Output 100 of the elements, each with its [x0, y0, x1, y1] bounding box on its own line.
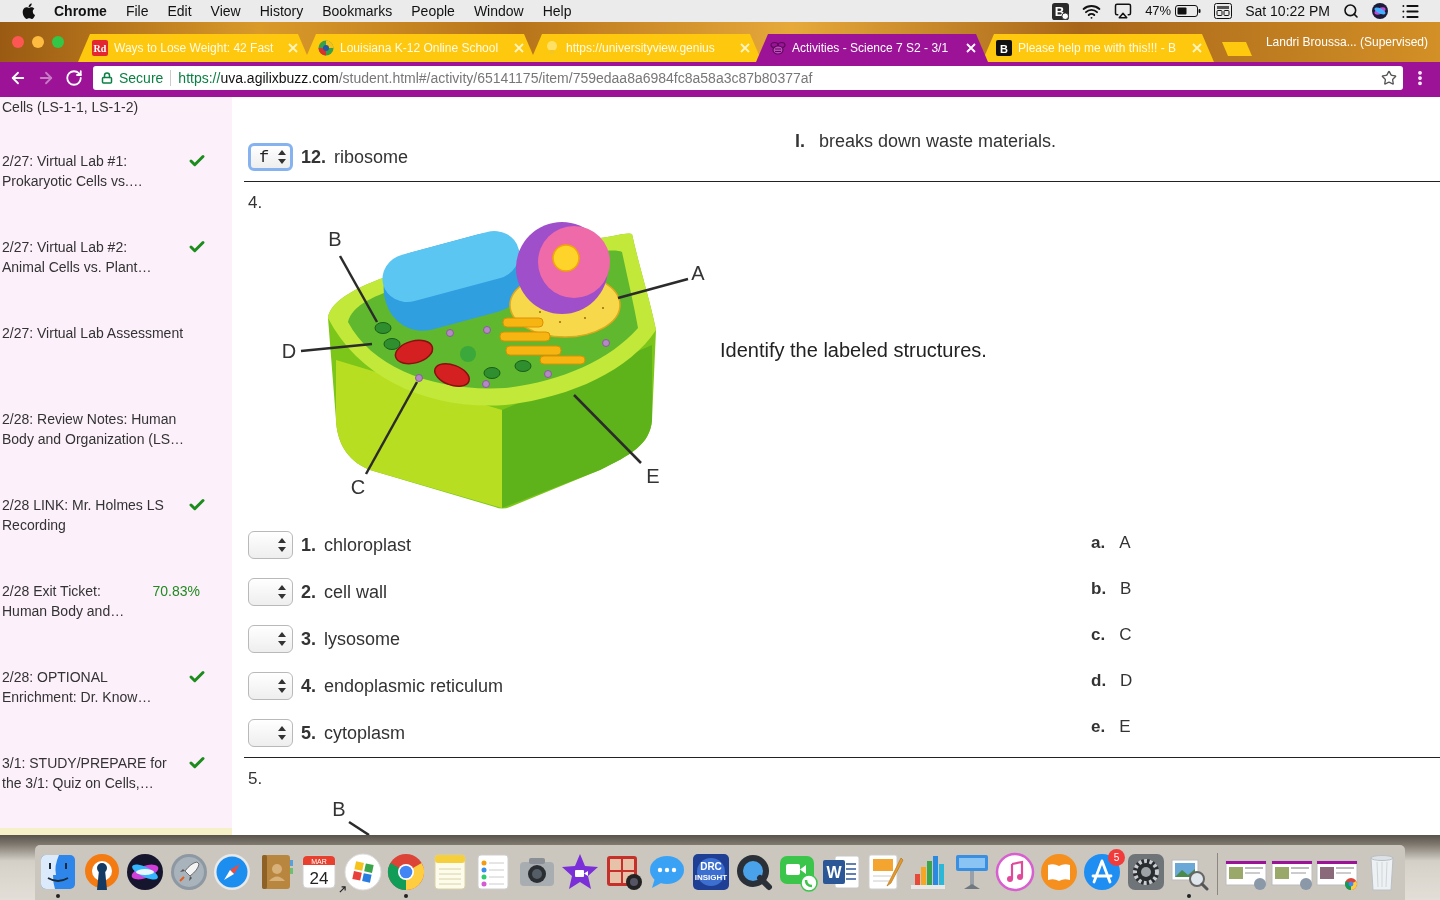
up-down-arrows-icon	[278, 679, 286, 693]
url-text[interactable]: https://uva.agilixbuzz.com/student.html#/activity/65141175/item/759edaa8a6984fc8a58a3c87b80377af	[178, 67, 813, 89]
letter-a-icon[interactable]	[1082, 852, 1122, 892]
answer-select[interactable]	[248, 625, 293, 653]
vesicle-dot	[544, 370, 552, 378]
letter-text: W	[826, 864, 842, 881]
app-menu[interactable]: Chrome	[54, 0, 107, 22]
diagram-label: E	[646, 465, 660, 487]
vesicle-dot	[482, 380, 490, 388]
menu-item[interactable]: History	[259, 0, 304, 22]
sidebar-item[interactable]: 2/28: OPTIONAL Enrichment: Dr. Know…	[0, 667, 206, 707]
menu-item[interactable]: File	[125, 0, 149, 22]
answer-select[interactable]	[248, 578, 293, 606]
question-number: 4.	[248, 194, 263, 212]
chloroplast	[374, 322, 392, 334]
favicon-text: B	[1000, 42, 1008, 55]
nucleolus	[552, 244, 580, 272]
menu-item[interactable]: Window	[473, 0, 524, 22]
keyboard-icon[interactable]	[1214, 3, 1233, 19]
option-text: A	[1119, 532, 1131, 555]
chloroplast	[483, 367, 501, 379]
menu-item[interactable]: People	[411, 0, 455, 22]
item-term: cell wall	[324, 580, 388, 604]
answer-select[interactable]: f	[248, 143, 293, 171]
diagram-label: D	[281, 340, 297, 362]
tricolor-circle-icon[interactable]	[386, 852, 426, 892]
menu-item[interactable]: Help	[542, 0, 572, 22]
question-prompt: Identify the labeled structures.	[720, 339, 987, 361]
diagram-label: C	[350, 476, 366, 498]
leader-line	[573, 394, 642, 464]
diagram-label: B	[328, 228, 342, 250]
answer-select[interactable]	[248, 719, 293, 747]
star-icon[interactable]	[560, 852, 600, 892]
option-letter: a.	[1091, 532, 1106, 555]
option-text: D	[1120, 670, 1133, 693]
sidebar-item[interactable]: 2/27: Virtual Lab #1: Prokaryotic Cells vs.…	[0, 151, 206, 191]
mitochondrion	[394, 339, 434, 365]
question-number: 5.	[248, 770, 263, 788]
battery-icon[interactable]	[1175, 5, 1202, 17]
leader-line	[338, 255, 379, 323]
sidebar-item[interactable]: 2/28: Review Notes: Human Body and Organization (LS…	[0, 409, 206, 449]
music-note-icon[interactable]	[995, 852, 1035, 892]
reload-icon[interactable]	[65, 69, 83, 87]
answer-select[interactable]	[248, 672, 293, 700]
apple-icon[interactable]	[22, 3, 35, 19]
menu-item[interactable]: View	[210, 0, 241, 22]
sidebar-item[interactable]: 2/27: Virtual Lab #2: Animal Cells vs. Plant…	[0, 237, 206, 277]
app-tile-icon[interactable]: DRC INSIGHT	[690, 852, 731, 892]
leader-line	[617, 277, 689, 300]
calendar-day-text: 24	[309, 869, 329, 888]
minimize-window-button[interactable]	[32, 36, 44, 48]
vesicle-dot	[483, 326, 491, 334]
light-bulb-icon	[544, 40, 560, 56]
vesicle	[460, 346, 476, 362]
address-bar[interactable]: Secure https://uva.agilixbuzz.com/student.html#/activity/65141175/item/759edaa8a6984fc8a58a3c87b80377af	[93, 66, 1403, 90]
airplay-icon[interactable]	[1114, 2, 1133, 20]
option-text: C	[1119, 624, 1132, 647]
option-letter: c.	[1091, 624, 1106, 647]
browser-tab[interactable]: Activities - Science 7 S2 - 3/1	[756, 34, 988, 62]
option-letter: d.	[1091, 670, 1107, 693]
ball-icon	[318, 40, 334, 56]
vesicle-dot	[446, 329, 454, 337]
smiley-face-icon[interactable]	[38, 852, 78, 892]
answer-select[interactable]	[248, 531, 293, 559]
compass-icon[interactable]	[212, 852, 252, 892]
orb-icon[interactable]	[125, 852, 165, 892]
app-logo-icon[interactable]: B	[1052, 2, 1070, 20]
letter-text: B	[1054, 3, 1065, 19]
menu-item[interactable]: Edit	[167, 0, 192, 22]
lock-icon	[101, 72, 113, 84]
section-heading: Cells (LS-1-1, LS-1-2)	[2, 99, 139, 115]
diagram-label: B	[332, 798, 346, 820]
bookmark-star-icon[interactable]	[1381, 70, 1397, 86]
clock-text[interactable]: Sat 10:22 PM	[1245, 0, 1330, 22]
sidebar-item[interactable]: 2/28 LINK: Mr. Holmes LS Recording	[0, 495, 206, 535]
sidebar-item[interactable]: 2/27: Virtual Lab Assessment	[0, 323, 206, 343]
security-label: Secure	[119, 68, 164, 88]
item-number: 4.	[301, 674, 316, 698]
shortcut-arrow-icon	[338, 886, 346, 893]
vesicle-dot	[415, 374, 423, 382]
mitochondrion	[434, 363, 470, 387]
sidebar-item[interactable]: 3/1: STUDY/PREPARE for the 3/1: Quiz on Cells,…	[0, 753, 206, 793]
gear-icon[interactable]	[1125, 852, 1166, 892]
item-term: chloroplast	[324, 533, 412, 557]
menu-item[interactable]: Bookmarks	[322, 0, 393, 22]
tiles-icon[interactable]	[342, 852, 383, 892]
item-number: 1.	[301, 533, 316, 557]
sidebar-item[interactable]: 2/28 Exit Ticket: Human Body and… 70.83%	[0, 581, 206, 621]
option-text: E	[1119, 716, 1131, 739]
battery-percentage: 47%	[1145, 2, 1172, 21]
item-number: 12.	[301, 145, 327, 169]
orb-icon[interactable]	[1372, 3, 1388, 19]
item-term: ribosome	[334, 145, 409, 169]
notification-badge: 5	[1108, 849, 1125, 866]
icon-text: INSIGHT	[694, 873, 727, 882]
diagram-label: A	[691, 262, 705, 284]
search-icon[interactable]	[1343, 3, 1359, 19]
item-number: 3.	[301, 627, 316, 651]
up-down-arrows-icon	[278, 585, 286, 599]
q-ring-icon[interactable]	[734, 852, 774, 892]
